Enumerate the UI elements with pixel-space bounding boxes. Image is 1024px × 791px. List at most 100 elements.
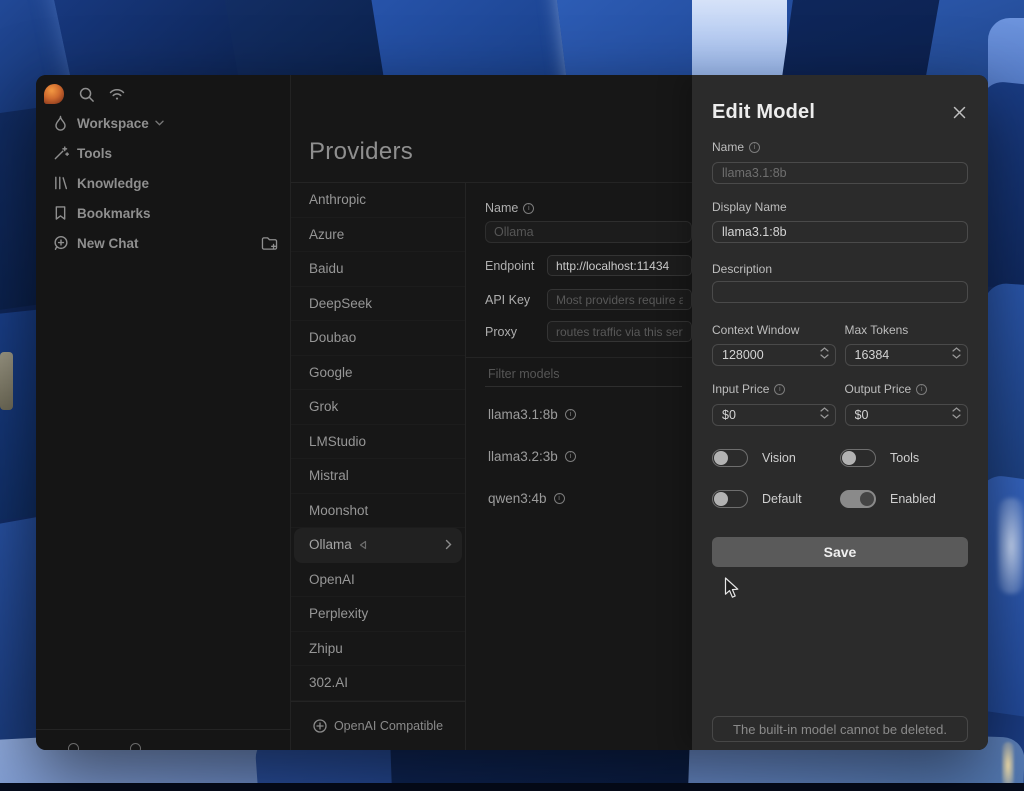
sidebar: Workspace Tools Knowledge	[36, 75, 290, 750]
provider-item-lmstudio[interactable]: LMStudio	[291, 425, 465, 460]
wallpaper-glow	[1002, 742, 1014, 788]
edit-model-panel: Edit Model Name Display Name Description…	[692, 75, 988, 750]
provider-list-column: Anthropic Azure Baidu DeepSeek Doubao Go…	[291, 183, 466, 750]
provider-item-google[interactable]: Google	[291, 356, 465, 391]
vision-label: Vision	[762, 451, 796, 465]
provider-item-anthropic[interactable]: Anthropic	[291, 183, 465, 218]
info-icon	[916, 384, 927, 395]
info-icon[interactable]	[565, 451, 576, 462]
tools-label: Tools	[890, 451, 919, 465]
sidebar-item-bookmarks[interactable]: Bookmarks	[36, 198, 290, 228]
sidebar-item-label: Bookmarks	[77, 206, 151, 221]
stepper-icons[interactable]	[820, 347, 829, 359]
chat-plus-icon	[52, 235, 69, 252]
api-key-input[interactable]	[547, 289, 692, 310]
display-name-input[interactable]	[712, 221, 968, 243]
add-openai-compatible-button[interactable]: OpenAI Compatible	[291, 701, 465, 751]
model-name-input	[712, 162, 968, 184]
provider-item-302ai[interactable]: 302.AI	[291, 666, 465, 701]
context-window-label: Context Window	[712, 323, 836, 337]
provider-item-deepseek[interactable]: DeepSeek	[291, 287, 465, 322]
default-toggle[interactable]	[712, 490, 748, 508]
display-name-label: Display Name	[712, 200, 968, 214]
api-key-row: API Key	[485, 289, 692, 310]
stepper-icons[interactable]	[952, 347, 961, 359]
filter-models-input[interactable]	[485, 364, 682, 384]
output-price-label: Output Price	[845, 382, 969, 396]
input-price-label: Input Price	[712, 382, 836, 396]
provider-item-mistral[interactable]: Mistral	[291, 459, 465, 494]
sidebar-nav: Workspace Tools Knowledge	[36, 108, 290, 258]
provider-item-baidu[interactable]: Baidu	[291, 252, 465, 287]
info-icon[interactable]	[554, 493, 565, 504]
sidebar-item-knowledge[interactable]: Knowledge	[36, 168, 290, 198]
proxy-input[interactable]	[547, 321, 692, 342]
input-price-input[interactable]	[712, 404, 836, 426]
filter-underline	[485, 386, 682, 387]
output-price-input[interactable]	[845, 404, 969, 426]
plus-circle-icon	[313, 719, 327, 733]
sidebar-item-tools[interactable]: Tools	[36, 138, 290, 168]
search-icon[interactable]	[77, 85, 95, 103]
sidebar-item-new-chat[interactable]: New Chat	[36, 228, 290, 258]
delete-disabled-button: The built-in model cannot be deleted.	[712, 716, 968, 742]
desktop: { "sidebar": { "nav": [ { "label": "Work…	[0, 0, 1024, 791]
endpoint-input[interactable]	[547, 255, 692, 276]
provider-item-perplexity[interactable]: Perplexity	[291, 597, 465, 632]
provider-item-ollama-selected[interactable]: Ollama	[294, 528, 462, 563]
stepper-icons[interactable]	[820, 407, 829, 419]
sidebar-item-label: Tools	[77, 146, 112, 161]
form-divider	[466, 357, 692, 358]
provider-item-grok[interactable]: Grok	[291, 390, 465, 425]
chevron-down-icon	[155, 120, 164, 126]
model-name-label: Name	[712, 140, 968, 154]
vision-toggle[interactable]	[712, 449, 748, 467]
wallpaper-bottom-strip	[0, 783, 1024, 791]
max-tokens-input[interactable]	[845, 344, 969, 366]
model-row-llama31[interactable]: llama3.1:8b	[485, 393, 692, 435]
sidebar-item-label: Workspace	[77, 116, 149, 131]
stepper-icons[interactable]	[952, 407, 961, 419]
model-row-llama32[interactable]: llama3.2:3b	[485, 435, 692, 477]
proxy-label: Proxy	[485, 325, 547, 339]
app-window: Workspace Tools Knowledge	[36, 75, 988, 750]
sidebar-item-label: New Chat	[77, 236, 139, 251]
bookmark-icon	[52, 205, 69, 222]
app-logo[interactable]	[44, 84, 64, 104]
api-key-label: API Key	[485, 293, 547, 307]
max-tokens-label: Max Tokens	[845, 323, 969, 337]
sidebar-bottom-icon[interactable]	[68, 743, 79, 750]
info-icon	[749, 142, 760, 153]
endpoint-row: Endpoint	[485, 255, 692, 276]
context-window-input[interactable]	[712, 344, 836, 366]
description-input[interactable]	[712, 281, 968, 303]
enabled-toggle[interactable]	[840, 490, 876, 508]
provider-item-zhipu[interactable]: Zhipu	[291, 632, 465, 667]
endpoint-label: Endpoint	[485, 259, 547, 273]
provider-name-input[interactable]	[485, 221, 692, 243]
sidebar-bottom-icon[interactable]	[130, 743, 141, 750]
chevron-right-icon	[445, 539, 452, 550]
close-icon[interactable]	[950, 103, 968, 121]
provider-item-moonshot[interactable]: Moonshot	[291, 494, 465, 529]
provider-item-openai[interactable]: OpenAI	[291, 563, 465, 598]
sidebar-topbar	[36, 82, 290, 106]
info-icon	[523, 203, 534, 214]
save-button[interactable]: Save	[712, 537, 968, 567]
provider-form: Name Endpoint API Key Proxy	[466, 183, 692, 750]
provider-list: Anthropic Azure Baidu DeepSeek Doubao Go…	[291, 183, 465, 701]
info-icon[interactable]	[565, 409, 576, 420]
mouse-cursor	[724, 577, 743, 599]
model-row-qwen3[interactable]: qwen3:4b	[485, 477, 692, 519]
library-icon	[52, 175, 69, 192]
edit-model-title: Edit Model	[712, 101, 950, 124]
sidebar-item-workspace[interactable]: Workspace	[36, 108, 290, 138]
provider-item-azure[interactable]: Azure	[291, 218, 465, 253]
folder-plus-icon[interactable]	[261, 235, 278, 252]
provider-item-doubao[interactable]: Doubao	[291, 321, 465, 356]
flame-icon	[52, 115, 69, 132]
providers-header: Providers	[291, 75, 692, 183]
wifi-icon[interactable]	[108, 85, 126, 103]
tools-toggle[interactable]	[840, 449, 876, 467]
sidebar-bottom-divider	[36, 729, 290, 730]
